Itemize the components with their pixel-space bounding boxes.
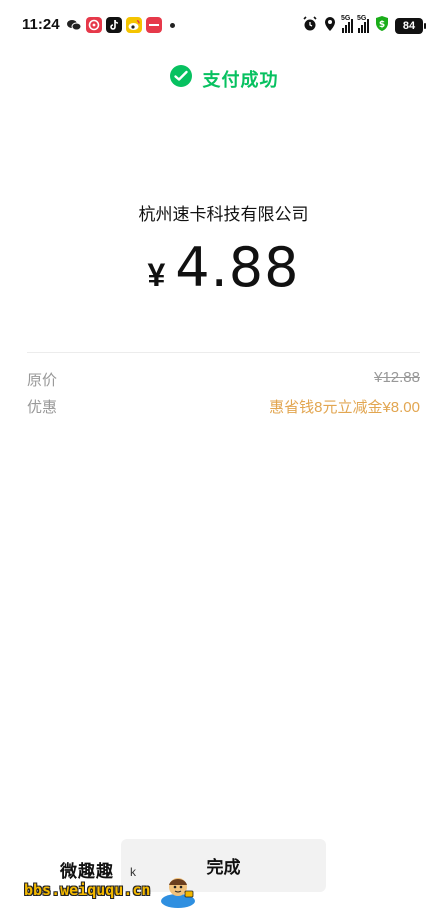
mascot-icon	[158, 871, 198, 914]
alarm-icon	[302, 15, 318, 37]
currency-symbol: ¥	[147, 257, 166, 293]
weibo-icon	[126, 17, 142, 33]
app-red-icon	[146, 17, 162, 33]
battery-indicator: 84	[395, 18, 426, 34]
vpn-shield-icon: $	[374, 15, 390, 37]
original-price-label: 原价	[27, 372, 58, 389]
svg-text:$: $	[379, 20, 385, 30]
signal-5g-icon: 5G	[341, 15, 353, 33]
location-icon	[323, 16, 337, 37]
signal-5g-icon: 5G	[357, 15, 369, 33]
system-icons: 5G 5G $ 84	[302, 15, 426, 37]
more-notifications-dot	[170, 22, 175, 28]
original-price-value: ¥12.88	[374, 369, 420, 386]
notification-icons	[66, 17, 175, 33]
watermark-title: 微趣趣	[60, 862, 114, 881]
discount-label: 优惠	[27, 399, 58, 416]
payment-status-text: 支付成功	[202, 69, 279, 90]
watermark-url: bbs.weiququ.cn	[24, 881, 151, 899]
watermark-glyph: k	[130, 865, 136, 879]
payment-success-header: 支付成功	[0, 64, 447, 93]
original-price-row: 原价 ¥12.88	[27, 369, 420, 390]
wechat-pay-icon	[169, 64, 193, 93]
netease-music-icon	[86, 17, 102, 33]
wechat-icon	[66, 17, 82, 33]
amount-value: 4.88	[175, 236, 300, 299]
payment-amount: ¥ 4.88	[0, 236, 447, 299]
status-time: 11:24	[22, 16, 60, 33]
merchant-name: 杭州速卡科技有限公司	[138, 205, 309, 224]
divider	[27, 352, 420, 353]
discount-value: 惠省钱8元立减金¥8.00	[269, 399, 420, 416]
watermark: 微趣趣 k bbs.weiququ.cn	[24, 857, 204, 908]
status-bar: 11:24 5G 5G $ 84	[0, 0, 447, 52]
discount-row: 优惠 惠省钱8元立减金¥8.00	[27, 396, 420, 417]
tiktok-icon	[106, 17, 122, 33]
